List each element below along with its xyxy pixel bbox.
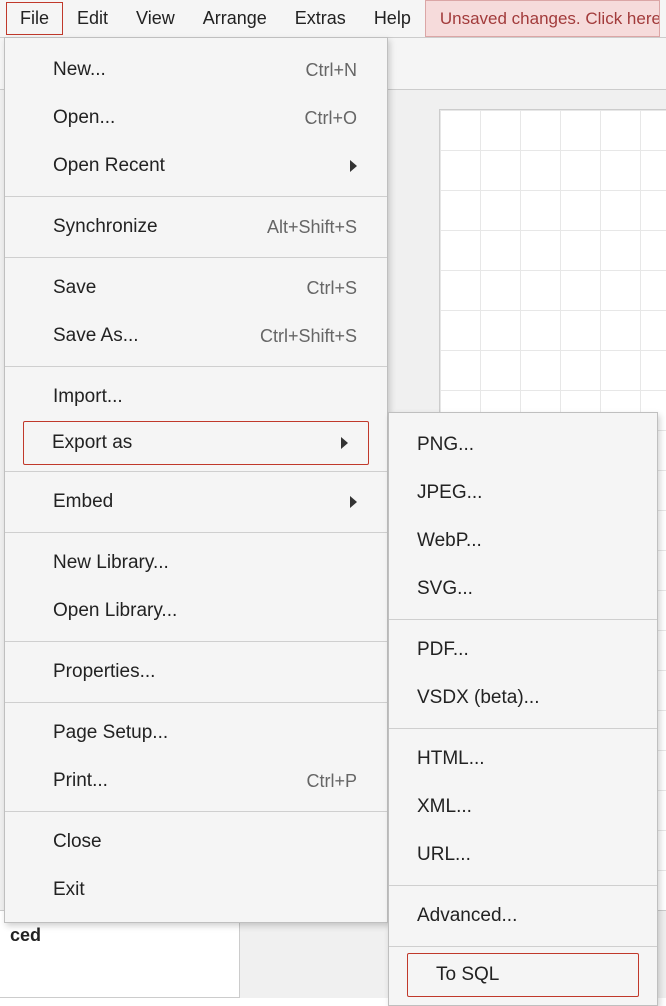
menu-separator: [5, 196, 387, 197]
menu-separator: [389, 619, 657, 620]
menu-label: PNG...: [417, 434, 474, 456]
export-url[interactable]: URL...: [389, 831, 657, 879]
menu-label: Page Setup...: [53, 722, 168, 744]
file-page-setup[interactable]: Page Setup...: [5, 709, 387, 757]
file-import[interactable]: Import...: [5, 373, 387, 421]
menu-label: HTML...: [417, 748, 485, 770]
file-close[interactable]: Close: [5, 818, 387, 866]
file-save[interactable]: Save Ctrl+S: [5, 264, 387, 312]
menu-arrange[interactable]: Arrange: [189, 2, 281, 35]
menu-label: Open...: [53, 107, 115, 129]
chevron-right-icon: [350, 496, 357, 508]
chevron-right-icon: [350, 160, 357, 172]
chevron-right-icon: [341, 437, 348, 449]
menu-label: New...: [53, 59, 106, 81]
menu-separator: [389, 728, 657, 729]
menu-separator: [389, 946, 657, 947]
menu-separator: [389, 885, 657, 886]
file-save-as[interactable]: Save As... Ctrl+Shift+S: [5, 312, 387, 360]
menu-label: Import...: [53, 386, 123, 408]
menu-separator: [5, 366, 387, 367]
export-to-sql[interactable]: To SQL: [407, 953, 639, 997]
menu-label: URL...: [417, 844, 471, 866]
export-webp[interactable]: WebP...: [389, 517, 657, 565]
menu-extras[interactable]: Extras: [281, 2, 360, 35]
menu-edit[interactable]: Edit: [63, 2, 122, 35]
menubar: File Edit View Arrange Extras Help Unsav…: [0, 0, 666, 38]
menu-shortcut: Ctrl+N: [305, 60, 357, 81]
menu-label: Save: [53, 277, 96, 299]
menu-label: Close: [53, 831, 102, 853]
unsaved-warning-banner[interactable]: Unsaved changes. Click here: [425, 0, 660, 37]
menu-label: Export as: [52, 432, 132, 454]
file-synchronize[interactable]: Synchronize Alt+Shift+S: [5, 203, 387, 251]
menu-help[interactable]: Help: [360, 2, 425, 35]
menu-label: JPEG...: [417, 482, 482, 504]
menu-label: Properties...: [53, 661, 155, 683]
export-jpeg[interactable]: JPEG...: [389, 469, 657, 517]
menu-label: Embed: [53, 491, 113, 513]
file-new[interactable]: New... Ctrl+N: [5, 46, 387, 94]
export-html[interactable]: HTML...: [389, 735, 657, 783]
menu-label: Print...: [53, 770, 108, 792]
file-new-library[interactable]: New Library...: [5, 539, 387, 587]
menu-separator: [5, 257, 387, 258]
export-svg[interactable]: SVG...: [389, 565, 657, 613]
menu-label: XML...: [417, 796, 472, 818]
menu-label: PDF...: [417, 639, 469, 661]
menu-shortcut: Alt+Shift+S: [267, 217, 357, 238]
file-exit[interactable]: Exit: [5, 866, 387, 914]
menu-shortcut: Ctrl+S: [306, 278, 357, 299]
export-as-submenu: PNG... JPEG... WebP... SVG... PDF... VSD…: [388, 412, 658, 1006]
menu-label: Exit: [53, 879, 85, 901]
menu-label: Save As...: [53, 325, 139, 347]
file-export-as[interactable]: Export as: [23, 421, 369, 465]
file-open[interactable]: Open... Ctrl+O: [5, 94, 387, 142]
panel-stub-label: ced: [10, 925, 41, 945]
file-open-recent[interactable]: Open Recent: [5, 142, 387, 190]
menu-label: To SQL: [436, 964, 499, 986]
menu-label: New Library...: [53, 552, 169, 574]
menu-label: Synchronize: [53, 216, 158, 238]
left-panel-stub: ced: [0, 910, 240, 998]
menu-label: Open Library...: [53, 600, 177, 622]
menu-label: VSDX (beta)...: [417, 687, 540, 709]
menu-label: Advanced...: [417, 905, 517, 927]
menu-separator: [5, 471, 387, 472]
menu-file[interactable]: File: [6, 2, 63, 35]
export-png[interactable]: PNG...: [389, 421, 657, 469]
menu-label: WebP...: [417, 530, 482, 552]
file-properties[interactable]: Properties...: [5, 648, 387, 696]
menu-shortcut: Ctrl+O: [304, 108, 357, 129]
menu-separator: [5, 641, 387, 642]
export-pdf[interactable]: PDF...: [389, 626, 657, 674]
export-xml[interactable]: XML...: [389, 783, 657, 831]
menu-label: SVG...: [417, 578, 473, 600]
menu-label: Open Recent: [53, 155, 165, 177]
menu-separator: [5, 532, 387, 533]
export-vsdx[interactable]: VSDX (beta)...: [389, 674, 657, 722]
file-print[interactable]: Print... Ctrl+P: [5, 757, 387, 805]
export-advanced[interactable]: Advanced...: [389, 892, 657, 940]
menu-separator: [5, 702, 387, 703]
file-dropdown: New... Ctrl+N Open... Ctrl+O Open Recent…: [4, 37, 388, 923]
menu-separator: [5, 811, 387, 812]
file-open-library[interactable]: Open Library...: [5, 587, 387, 635]
menu-shortcut: Ctrl+Shift+S: [260, 326, 357, 347]
file-embed[interactable]: Embed: [5, 478, 387, 526]
menu-view[interactable]: View: [122, 2, 189, 35]
menu-shortcut: Ctrl+P: [306, 771, 357, 792]
